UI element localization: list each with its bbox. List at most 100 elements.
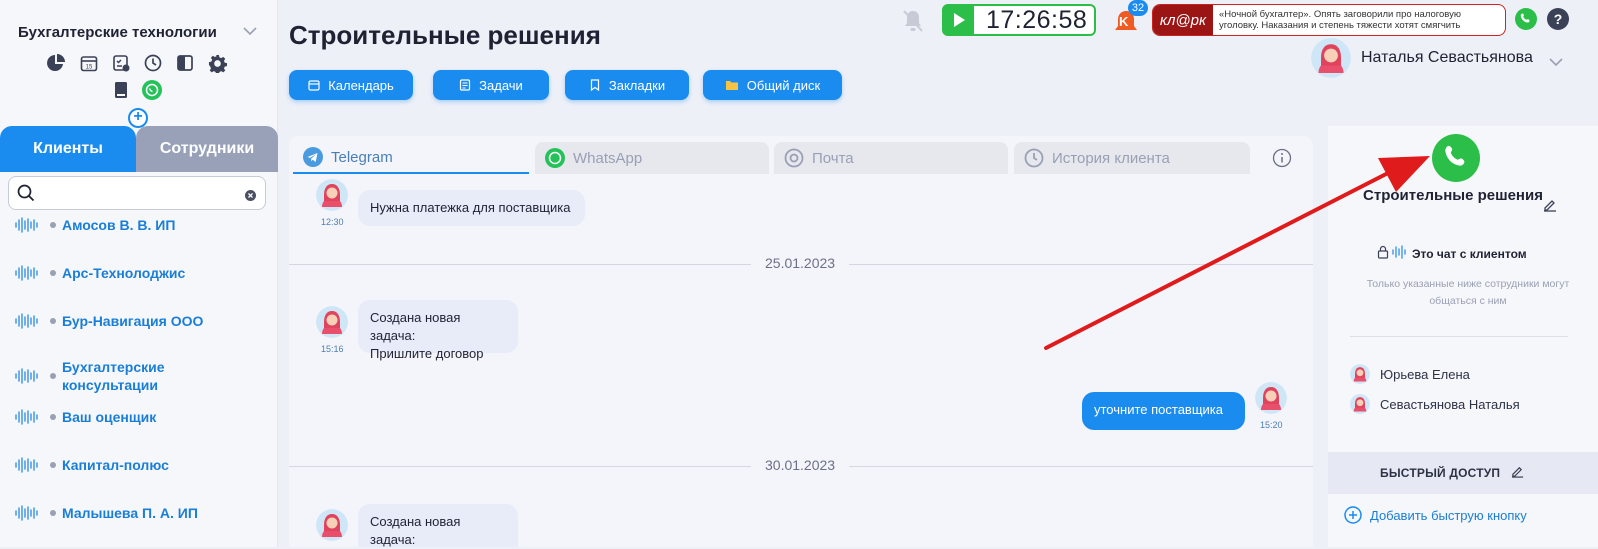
tab-whatsapp[interactable]: WhatsApp: [535, 142, 769, 174]
shared-disk-button[interactable]: Общий диск: [703, 70, 842, 100]
bookmarks-label: Закладки: [608, 77, 666, 93]
add-quick-label: Добавить быструю кнопку: [1370, 507, 1527, 523]
notifications-count-badge: 32: [1128, 0, 1148, 16]
shared-disk-label: Общий диск: [746, 77, 821, 93]
avatar: [316, 509, 348, 541]
klerk-logo: кл@рк: [1153, 5, 1213, 35]
work-timer[interactable]: 17:26:58: [942, 4, 1096, 36]
tab-telegram[interactable]: Telegram: [293, 142, 529, 174]
client-name: Бур-Навигация ООО: [62, 313, 204, 329]
calendar-icon: [308, 80, 320, 91]
phone-icon[interactable]: [1515, 8, 1537, 35]
tab-telegram-label: Telegram: [331, 148, 393, 166]
add-quick-button[interactable]: Добавить быструю кнопку: [1344, 506, 1527, 524]
calendar-button[interactable]: Календарь: [289, 70, 413, 100]
tab-mail-label: Почта: [812, 149, 854, 167]
edit-icon[interactable]: [1511, 465, 1524, 483]
list-item[interactable]: Капитал-полюс: [14, 456, 212, 474]
help-icon[interactable]: ?: [1547, 8, 1569, 35]
timer-value: 17:26:58: [986, 5, 1088, 34]
svg-text:15: 15: [86, 65, 93, 71]
user-name[interactable]: Наталья Севастьянова: [1361, 49, 1533, 67]
left-sidebar: Бухгалтерские технологии 15 + Клиенты Со…: [0, 0, 278, 547]
date-label: 30.01.2023: [751, 457, 850, 473]
list-item[interactable]: Бухгалтерские консультации: [14, 358, 212, 394]
voice-wave-icon: [15, 265, 38, 281]
list-item[interactable]: Малышева П. А. ИП: [14, 504, 212, 522]
message-bubble[interactable]: Создана новая задача: Пришлите договор: [358, 300, 518, 361]
clear-search-icon[interactable]: [245, 188, 256, 206]
voice-wave-icon: [15, 217, 38, 233]
gear-icon[interactable]: [207, 53, 227, 73]
at-sign-icon: [784, 148, 804, 168]
client-name: Амосов В. В. ИП: [62, 217, 176, 233]
search-icon: [17, 184, 35, 207]
message-bubble[interactable]: Нужна платежка для поставщика: [358, 190, 585, 226]
bookmark-icon: [590, 79, 599, 91]
calendar-icon[interactable]: 15: [79, 53, 99, 73]
play-icon[interactable]: [944, 6, 974, 34]
client-name: Бухгалтерские консультации: [62, 359, 165, 393]
page-title: Строительные решения: [289, 20, 601, 50]
avatar: [316, 179, 348, 211]
task-list-icon[interactable]: [111, 53, 131, 73]
pie-chart-icon[interactable]: [46, 53, 66, 73]
employee-name: Севастьянова Наталья: [1380, 396, 1520, 412]
company-name[interactable]: Бухгалтерские технологии: [18, 24, 217, 41]
message-line: Пришлите договор: [370, 346, 484, 361]
chevron-down-icon[interactable]: [1549, 54, 1563, 72]
task-list-icon: [460, 79, 471, 91]
bell-off-icon[interactable]: [902, 8, 924, 39]
employee-name: Юрьева Елена: [1380, 366, 1470, 382]
avatar: [1255, 382, 1287, 414]
message-time: 15:16: [321, 344, 344, 354]
news-banner[interactable]: кл@рк «Ночной бухгалтер». Опять заговори…: [1152, 4, 1506, 36]
notifications-letter: K: [1119, 14, 1129, 29]
folder-icon: [725, 81, 738, 90]
notebook-icon[interactable]: [111, 80, 131, 100]
message-bubble-outgoing[interactable]: уточните поставщика: [1082, 392, 1245, 430]
message-line: Создана новая задача:: [370, 310, 461, 343]
tab-mail[interactable]: Почта: [774, 142, 1008, 174]
status-dot: [50, 270, 56, 276]
employee-item[interactable]: Юрьева Елена: [1350, 364, 1470, 384]
status-dot: [50, 373, 56, 379]
list-item[interactable]: Амосов В. В. ИП: [14, 216, 212, 234]
list-item[interactable]: Арс-Технолоджис: [14, 264, 212, 282]
avatar: [1350, 364, 1370, 384]
tasks-button[interactable]: Задачи: [433, 70, 549, 100]
telegram-icon: [303, 147, 323, 167]
whatsapp-icon: [545, 148, 565, 168]
client-name: Ваш оценщик: [62, 409, 157, 425]
tasks-label: Задачи: [479, 77, 523, 93]
voice-wave-icon: [15, 313, 38, 329]
edit-icon[interactable]: [1543, 198, 1557, 217]
notifications-bell[interactable]: K 32: [1112, 0, 1148, 36]
message-bubble[interactable]: Создана новая задача:: [358, 504, 518, 547]
voice-wave-icon: [15, 457, 38, 473]
search-input[interactable]: [8, 176, 266, 210]
employee-item[interactable]: Севастьянова Наталья: [1350, 394, 1520, 414]
whatsapp-icon[interactable]: [142, 80, 162, 100]
list-item[interactable]: Ваш оценщик: [14, 408, 212, 426]
voice-wave-icon: [15, 505, 38, 521]
calendar-label: Календарь: [328, 77, 394, 93]
date-separator: 30.01.2023: [289, 456, 1313, 476]
tab-staff[interactable]: Сотрудники: [136, 126, 278, 172]
status-dot: [50, 222, 56, 228]
book-panel-icon[interactable]: [175, 53, 195, 73]
avatar[interactable]: [1311, 38, 1351, 78]
bookmarks-button[interactable]: Закладки: [565, 70, 689, 100]
quick-access-title: БЫСТРЫЙ ДОСТУП: [1380, 466, 1501, 480]
chevron-down-icon[interactable]: [243, 24, 257, 39]
status-dot: [50, 414, 56, 420]
status-dot: [50, 462, 56, 468]
client-name: Арс-Технолоджис: [62, 265, 186, 281]
tab-clients[interactable]: Клиенты: [0, 126, 136, 172]
client-name: Малышева П. А. ИП: [62, 505, 198, 521]
clock-icon[interactable]: [143, 53, 163, 73]
add-icon[interactable]: +: [128, 108, 148, 128]
message-time: 12:30: [321, 217, 344, 227]
plus-circle-icon: [1344, 506, 1362, 524]
list-item[interactable]: Бур-Навигация ООО: [14, 312, 212, 330]
